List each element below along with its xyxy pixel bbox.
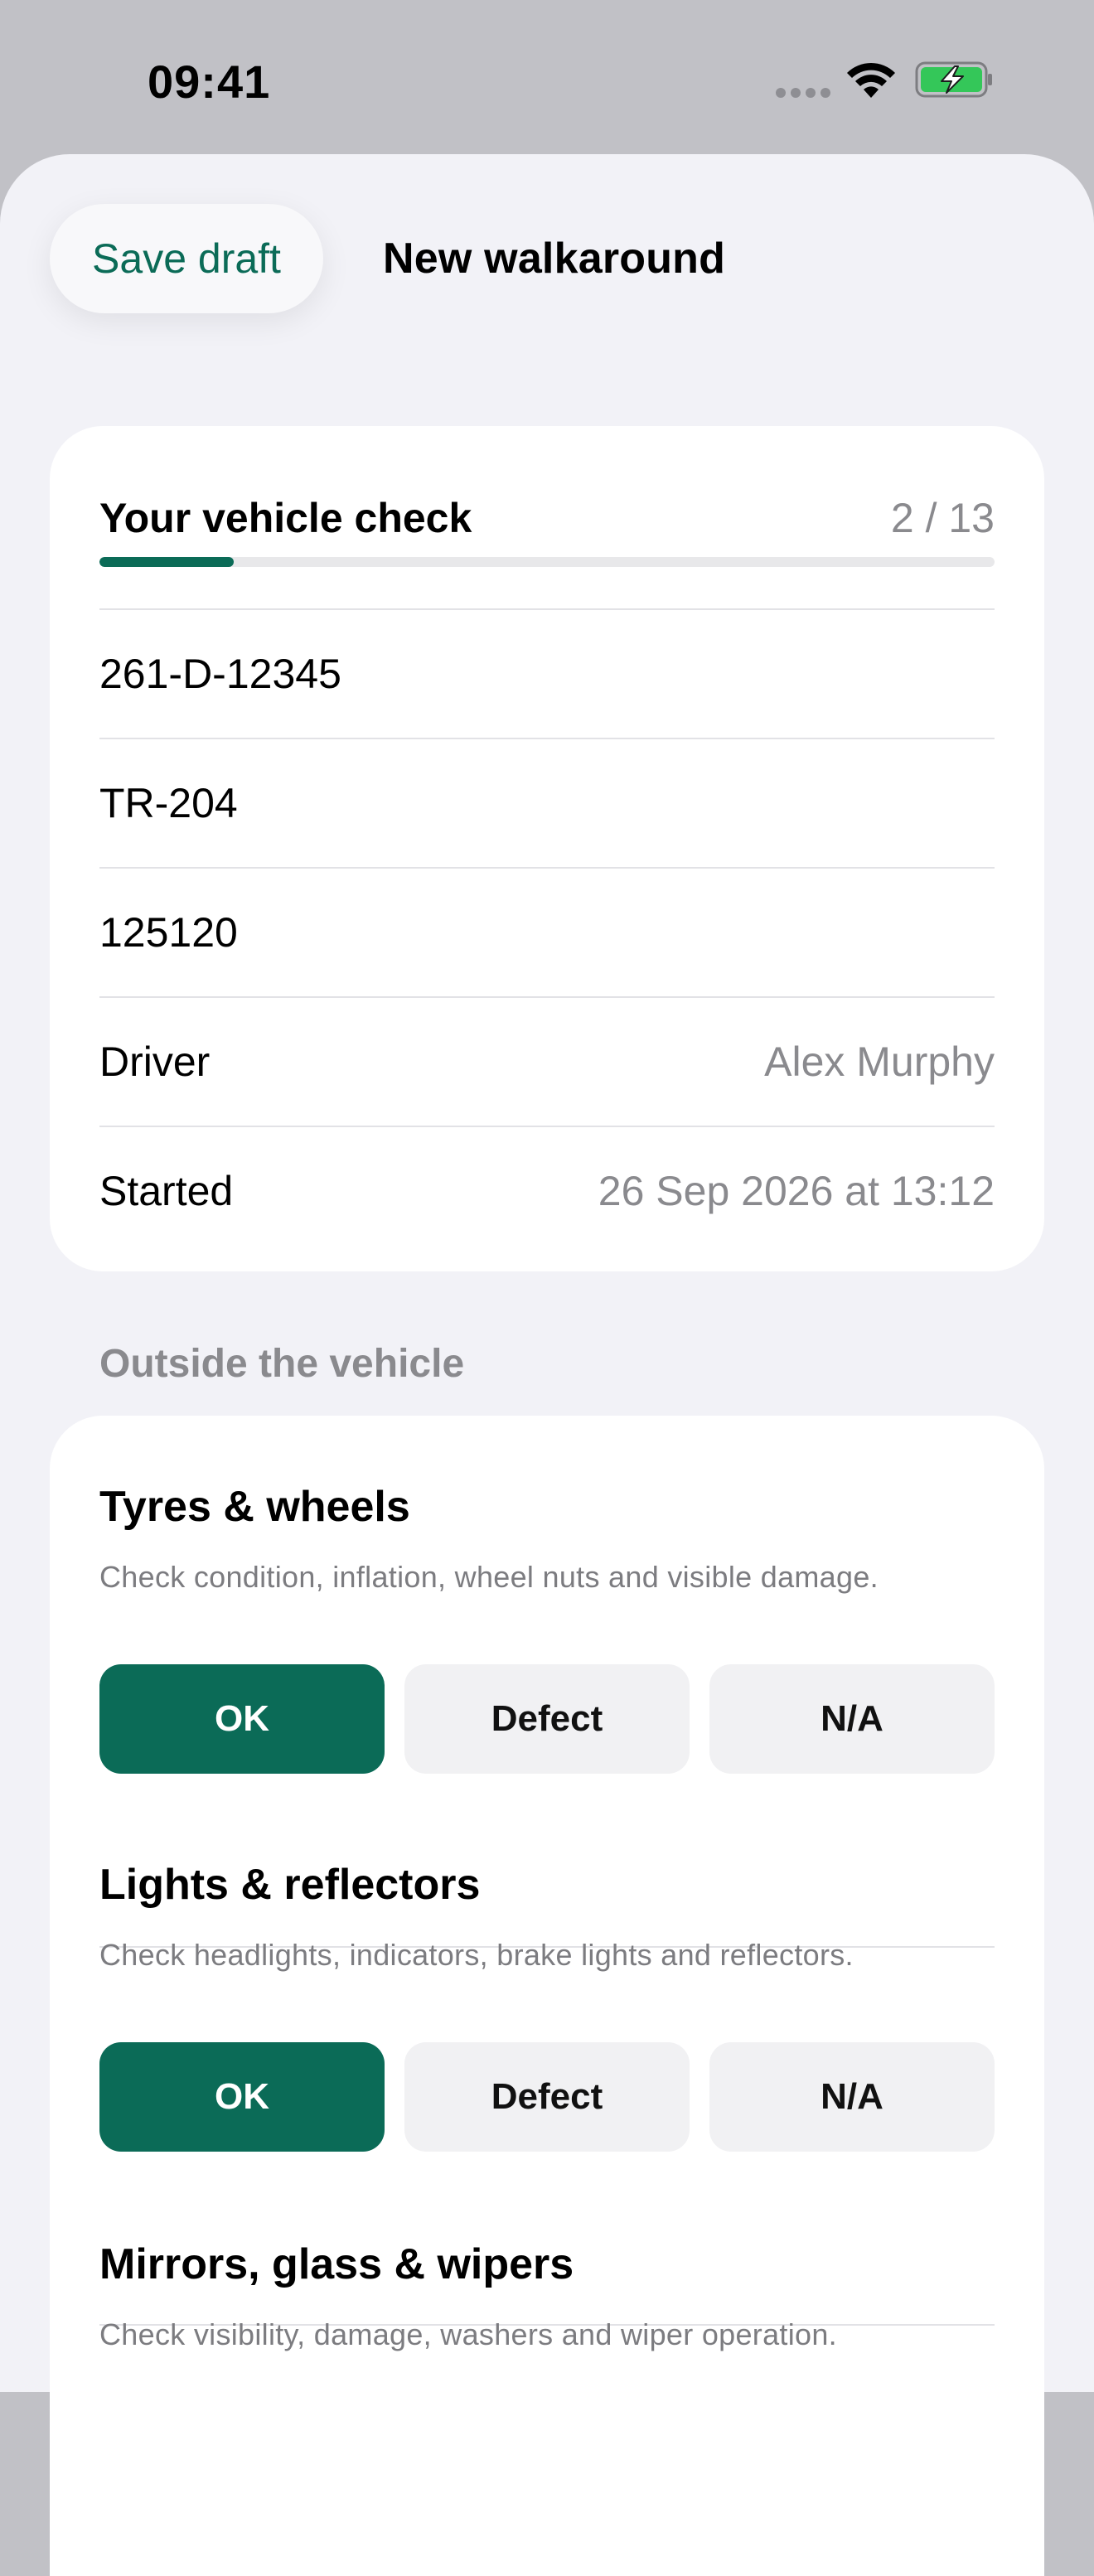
- check-item-title: Tyres & wheels: [99, 1483, 410, 1531]
- odometer-value: 125120: [99, 909, 238, 956]
- driver-row: Driver Alex Murphy: [99, 996, 995, 1126]
- section-header-outside: Outside the vehicle: [99, 1342, 465, 1386]
- odometer-row[interactable]: 125120: [99, 867, 995, 996]
- check-progress-fill: [99, 557, 234, 567]
- status-time: 09:41: [148, 56, 271, 108]
- lights-status-selector: OK Defect N/A: [99, 2042, 995, 2152]
- status-bar: 09:41: [0, 0, 1094, 157]
- walkaround-sheet: Save draft New walkaround Your vehicle c…: [0, 154, 1094, 2576]
- check-item-lights: Lights & reflectors Check headlights, in…: [99, 1860, 995, 2152]
- check-item-description: Check visibility, damage, washers and wi…: [99, 2317, 837, 2351]
- tyres-ok-button[interactable]: OK: [99, 1664, 385, 1774]
- trailer-value: TR-204: [99, 780, 238, 826]
- tyres-defect-button[interactable]: Defect: [404, 1664, 690, 1774]
- check-item-title: Lights & reflectors: [99, 1861, 481, 1909]
- save-draft-button[interactable]: Save draft: [50, 204, 323, 313]
- check-items-card: Tyres & wheels Check condition, inflatio…: [50, 1416, 1044, 2576]
- lights-defect-button[interactable]: Defect: [404, 2042, 690, 2152]
- tyres-na-button[interactable]: N/A: [709, 1664, 995, 1774]
- started-row: Started 26 Sep 2026 at 13:12: [99, 1126, 995, 1255]
- lights-na-button[interactable]: N/A: [709, 2042, 995, 2152]
- started-value: 26 Sep 2026 at 13:12: [598, 1168, 995, 1214]
- check-item-tyres: Tyres & wheels Check condition, inflatio…: [99, 1482, 995, 1774]
- check-item-description: Check headlights, indicators, brake ligh…: [99, 1938, 854, 1972]
- started-label: Started: [99, 1168, 234, 1214]
- tyres-status-selector: OK Defect N/A: [99, 1664, 995, 1774]
- driver-label: Driver: [99, 1039, 211, 1085]
- check-item-description: Check condition, inflation, wheel nuts a…: [99, 1560, 879, 1594]
- cellular-signal-icon: [776, 88, 830, 98]
- driver-value: Alex Murphy: [764, 1039, 995, 1085]
- check-progress-bar: [99, 557, 995, 567]
- lights-ok-button[interactable]: OK: [99, 2042, 385, 2152]
- trailer-row[interactable]: TR-204: [99, 738, 995, 867]
- vehicle-check-summary-card: Your vehicle check 2 / 13 261-D-12345 TR…: [50, 426, 1044, 1271]
- vehicle-check-title: Your vehicle check: [99, 495, 472, 541]
- wifi-icon: [847, 62, 895, 98]
- check-progress-count: 2 / 13: [890, 495, 995, 541]
- check-item-mirrors: Mirrors, glass & wipers Check visibility…: [99, 2239, 995, 2352]
- page-title: New walkaround: [383, 235, 726, 283]
- battery-charging-icon: [915, 61, 992, 98]
- check-item-title: Mirrors, glass & wipers: [99, 2240, 574, 2288]
- registration-value: 261-D-12345: [99, 651, 341, 697]
- registration-row[interactable]: 261-D-12345: [99, 608, 995, 738]
